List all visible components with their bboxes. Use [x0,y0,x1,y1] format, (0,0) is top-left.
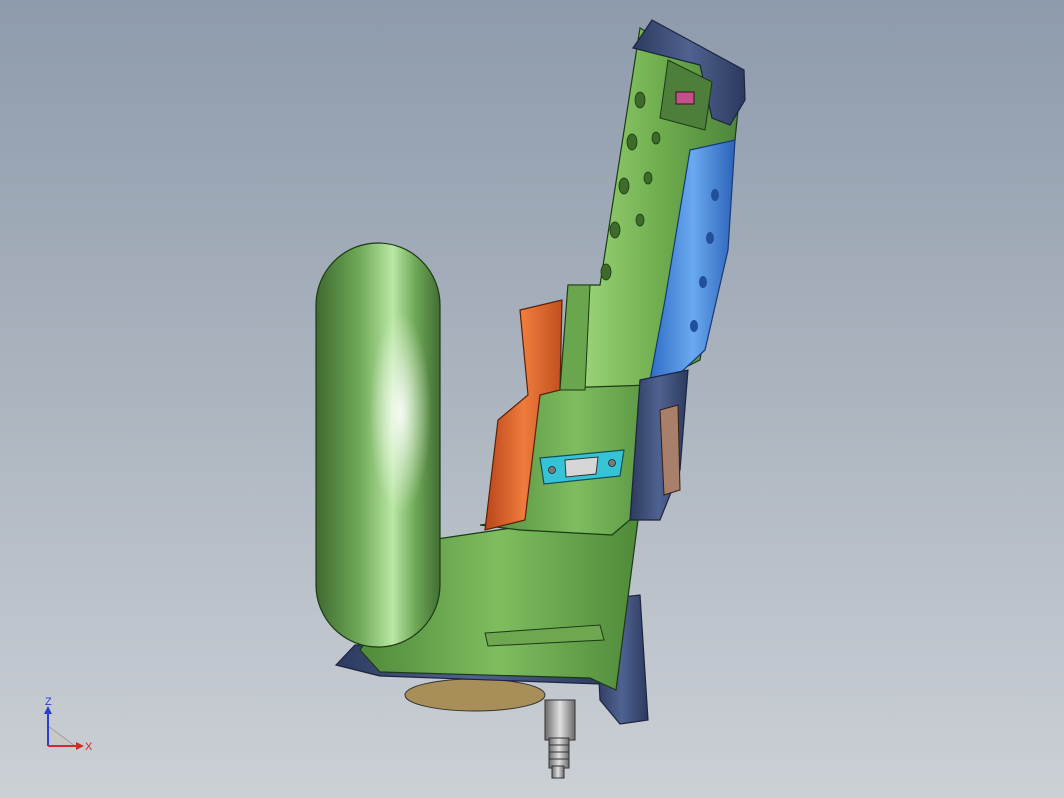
cad-viewport[interactable]: Z X [0,0,1064,798]
barrel-rib [559,284,591,391]
battery-cylinder [315,242,441,648]
z-axis-label: Z [45,696,52,708]
3d-model-view[interactable] [0,0,1064,798]
status-indicator [675,91,695,105]
x-axis-label: X [85,741,93,753]
x-axis-arrow [76,742,84,750]
cable-connector [544,699,576,779]
base-disc [404,678,546,712]
triad-plane [47,725,76,747]
side-gear [659,404,681,496]
axis-triad: Z X [44,696,93,753]
